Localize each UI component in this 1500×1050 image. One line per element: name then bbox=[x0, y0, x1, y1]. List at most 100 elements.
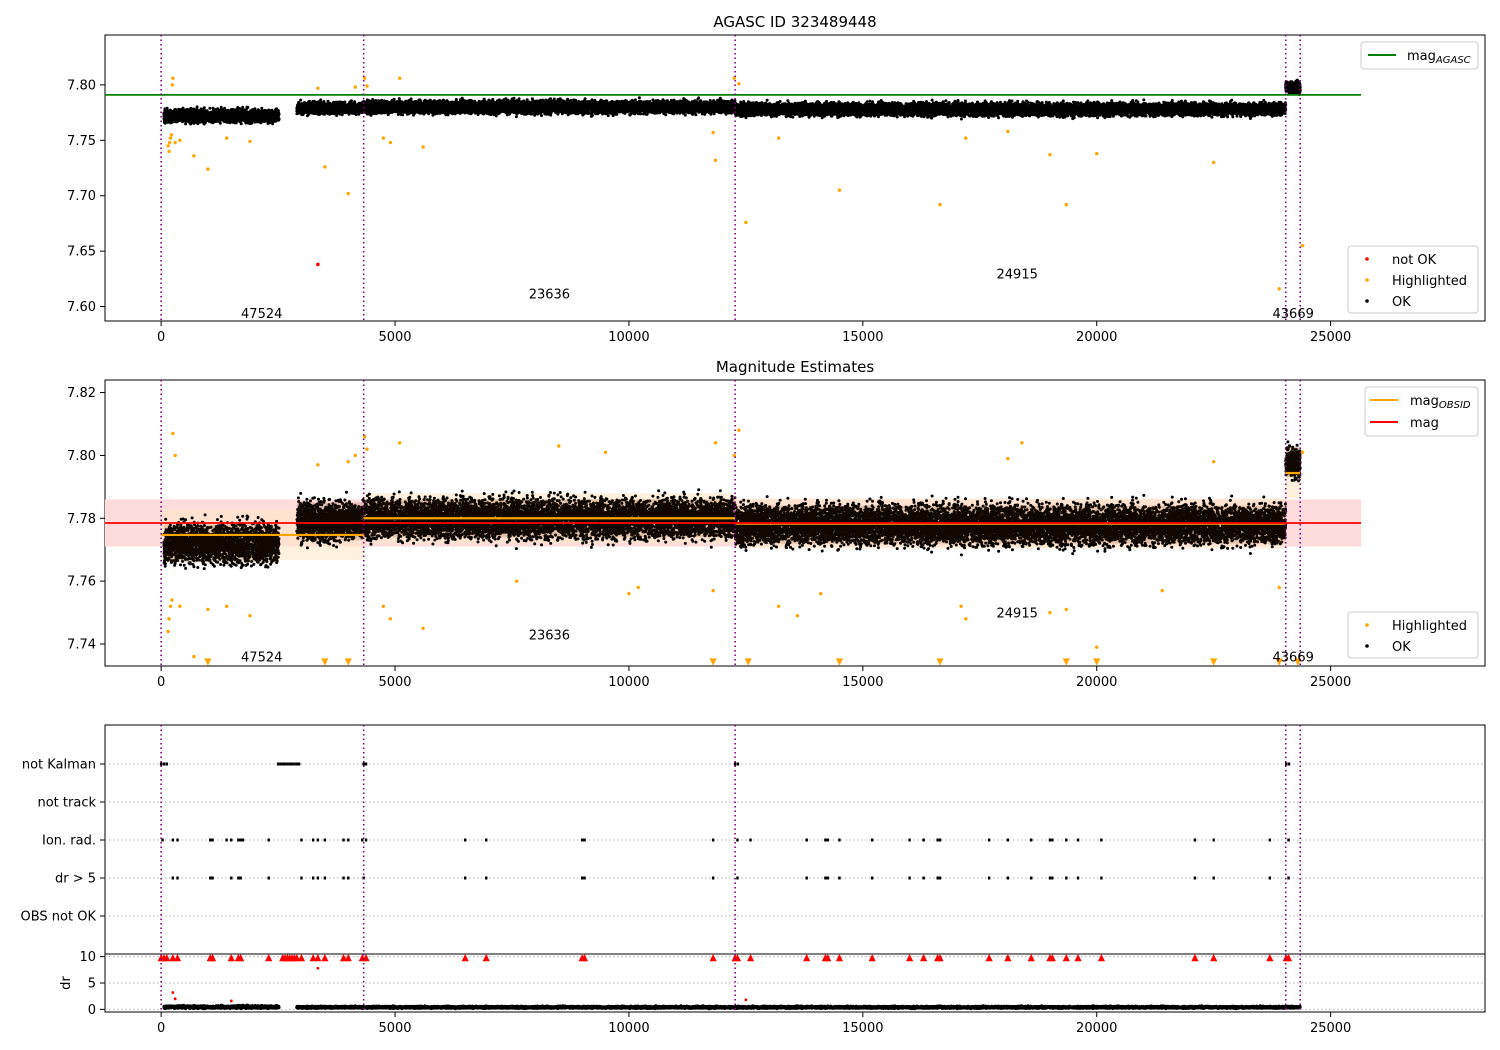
ok-point bbox=[250, 116, 254, 120]
ok-point bbox=[328, 111, 331, 115]
ok-point bbox=[313, 105, 317, 109]
ok-point bbox=[324, 106, 328, 110]
ok-point bbox=[336, 110, 340, 114]
ok-point bbox=[332, 110, 336, 114]
ok-point bbox=[297, 100, 301, 104]
ok-point bbox=[185, 109, 189, 113]
ok-point bbox=[322, 103, 326, 107]
ok-point bbox=[251, 108, 254, 112]
ok-point bbox=[195, 119, 199, 123]
ok-point bbox=[214, 113, 218, 117]
ok-point bbox=[236, 106, 240, 109]
ok-point bbox=[240, 109, 244, 113]
ok-point bbox=[238, 118, 242, 122]
ok-point bbox=[336, 100, 340, 104]
ok-point bbox=[163, 111, 167, 115]
ok-point bbox=[166, 112, 170, 116]
ok-point bbox=[211, 106, 215, 110]
ok-point bbox=[233, 108, 237, 112]
ok-point bbox=[334, 102, 337, 105]
ok-point bbox=[183, 116, 187, 120]
ok-point bbox=[233, 118, 237, 122]
ok-point bbox=[237, 110, 241, 114]
ok-point bbox=[234, 111, 238, 115]
ok-point bbox=[348, 110, 351, 114]
ok-point bbox=[348, 101, 352, 105]
ok-point bbox=[228, 121, 232, 125]
ok-point bbox=[254, 117, 258, 121]
ok-point bbox=[265, 119, 269, 123]
ok-point bbox=[240, 115, 244, 119]
ok-point bbox=[299, 98, 303, 102]
ok-point bbox=[204, 115, 208, 119]
figure: AGASC ID 323489448 47524236362491543669 … bbox=[21, 13, 1486, 1036]
ok-point bbox=[351, 108, 355, 112]
ok-point bbox=[175, 112, 179, 116]
ok-point bbox=[651, 98, 655, 102]
ok-point bbox=[245, 105, 249, 109]
ok-point bbox=[244, 121, 248, 125]
ok-point bbox=[340, 108, 344, 112]
ok-point bbox=[277, 117, 281, 121]
ok-point bbox=[337, 104, 341, 108]
ok-point bbox=[200, 112, 204, 115]
ok-point bbox=[231, 115, 235, 119]
ok-point bbox=[256, 115, 260, 119]
ok-point bbox=[269, 111, 273, 115]
ok-point bbox=[177, 107, 181, 111]
ok-point bbox=[251, 112, 255, 116]
ok-point bbox=[225, 120, 229, 124]
ok-point bbox=[314, 108, 318, 112]
ok-point bbox=[305, 111, 309, 115]
ok-point bbox=[198, 118, 202, 122]
ok-point bbox=[167, 115, 171, 119]
ok-point bbox=[328, 102, 332, 106]
ok-point bbox=[163, 107, 167, 111]
ok-point bbox=[183, 119, 187, 123]
ok-point bbox=[220, 114, 223, 118]
ok-point bbox=[202, 117, 206, 121]
ok-point bbox=[203, 108, 206, 112]
ok-point bbox=[347, 107, 351, 111]
ok-point bbox=[195, 105, 199, 109]
ok-point bbox=[339, 101, 343, 104]
ok-point bbox=[239, 113, 243, 117]
ok-point bbox=[201, 120, 205, 124]
ok-point bbox=[209, 113, 213, 117]
ok-point bbox=[216, 109, 220, 113]
ok-point bbox=[204, 113, 208, 116]
ok-point bbox=[271, 119, 275, 123]
ok-point bbox=[319, 100, 323, 104]
ok-point bbox=[192, 109, 196, 113]
ok-point bbox=[308, 104, 312, 107]
ok-point bbox=[316, 112, 320, 116]
ok-point bbox=[199, 108, 203, 112]
ok-point bbox=[309, 107, 312, 111]
ok-point bbox=[179, 114, 183, 118]
ok-point bbox=[299, 107, 303, 111]
ok-point bbox=[265, 109, 269, 113]
ok-point bbox=[222, 112, 226, 116]
ok-point bbox=[343, 109, 347, 113]
ok-point bbox=[331, 105, 335, 109]
ok-point bbox=[355, 108, 359, 112]
panel1-title: AGASC ID 323489448 bbox=[713, 13, 876, 31]
ok-point bbox=[305, 114, 309, 118]
ok-point bbox=[246, 113, 250, 116]
ok-point bbox=[296, 110, 299, 114]
ok-point bbox=[191, 112, 195, 116]
ok-point bbox=[243, 110, 247, 114]
ok-point bbox=[222, 110, 226, 114]
ok-point bbox=[311, 102, 315, 106]
ok-point bbox=[262, 119, 266, 123]
ok-point bbox=[208, 106, 212, 110]
panel1-frame bbox=[104, 34, 1486, 322]
ok-point bbox=[181, 116, 185, 120]
ok-point bbox=[303, 106, 307, 110]
ok-point bbox=[271, 115, 275, 119]
panel-agasc: AGASC ID 323489448 47524236362491543669 … bbox=[67, 13, 1486, 345]
ok-point bbox=[637, 96, 641, 100]
ok-point bbox=[267, 116, 271, 120]
ok-point bbox=[211, 111, 215, 115]
ok-point bbox=[173, 117, 177, 121]
